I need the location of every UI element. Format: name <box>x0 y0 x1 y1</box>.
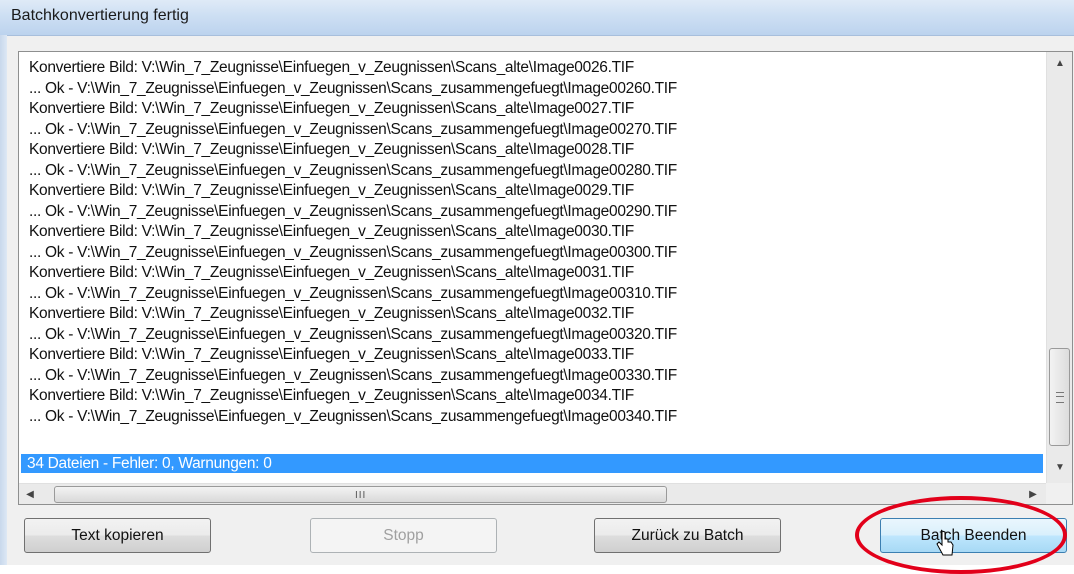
scroll-right-arrow-icon[interactable]: ▶ <box>1022 484 1044 504</box>
title-bar[interactable]: Batchkonvertierung fertig <box>0 0 1074 36</box>
scroll-up-arrow-icon[interactable]: ▲ <box>1047 52 1072 74</box>
stop-label: Stopp <box>383 526 424 544</box>
scroll-left-arrow-icon[interactable]: ◀ <box>19 484 41 504</box>
hscroll-grip: III <box>355 490 367 501</box>
window-frame-edge <box>0 35 7 565</box>
vertical-scrollbar[interactable]: ▲ ▼ <box>1046 52 1072 483</box>
scroll-corner <box>1046 483 1072 504</box>
log-line: Konvertiere Bild: V:\Win_7_Zeugnisse\Ein… <box>29 59 634 76</box>
back-to-batch-button[interactable]: Zurück zu Batch <box>594 518 781 553</box>
batch-dialog: Batchkonvertierung fertig Konvertiere Bi… <box>0 0 1074 574</box>
log-line: Konvertiere Bild: V:\Win_7_Zeugnisse\Ein… <box>29 182 634 199</box>
log-line: ... Ok - V:\Win_7_Zeugnisse\Einfuegen_v_… <box>29 120 677 138</box>
mouse-cursor-icon <box>936 530 954 556</box>
log-line: ... Ok - V:\Win_7_Zeugnisse\Einfuegen_v_… <box>29 284 677 302</box>
log-line: Konvertiere Bild: V:\Win_7_Zeugnisse\Ein… <box>29 387 634 404</box>
log-line: ... Ok - V:\Win_7_Zeugnisse\Einfuegen_v_… <box>29 79 677 97</box>
log-line: Konvertiere Bild: V:\Win_7_Zeugnisse\Ein… <box>29 223 634 240</box>
back-to-batch-label: Zurück zu Batch <box>631 526 744 544</box>
summary-text: 34 Dateien - Fehler: 0, Warnungen: 0 <box>27 455 272 472</box>
log-line: Konvertiere Bild: V:\Win_7_Zeugnisse\Ein… <box>29 346 634 363</box>
horizontal-scroll-thumb[interactable]: III <box>54 486 667 503</box>
scroll-down-arrow-icon[interactable]: ▼ <box>1047 456 1072 478</box>
log-line: Konvertiere Bild: V:\Win_7_Zeugnisse\Ein… <box>29 141 634 158</box>
log-line: ... Ok - V:\Win_7_Zeugnisse\Einfuegen_v_… <box>29 407 677 425</box>
log-line: Konvertiere Bild: V:\Win_7_Zeugnisse\Ein… <box>29 264 634 281</box>
log-line: Konvertiere Bild: V:\Win_7_Zeugnisse\Ein… <box>29 100 634 117</box>
log-line: ... Ok - V:\Win_7_Zeugnisse\Einfuegen_v_… <box>29 161 677 179</box>
log-line: Konvertiere Bild: V:\Win_7_Zeugnisse\Ein… <box>29 305 634 322</box>
copy-text-button[interactable]: Text kopieren <box>24 518 211 553</box>
horizontal-scrollbar[interactable]: ◀ III ▶ <box>19 483 1046 504</box>
log-line: ... Ok - V:\Win_7_Zeugnisse\Einfuegen_v_… <box>29 366 677 384</box>
summary-row-selected[interactable]: 34 Dateien - Fehler: 0, Warnungen: 0 <box>21 454 1043 473</box>
log-lines: Konvertiere Bild: V:\Win_7_Zeugnisse\Ein… <box>29 58 677 427</box>
log-listbox[interactable]: Konvertiere Bild: V:\Win_7_Zeugnisse\Ein… <box>18 51 1073 505</box>
vertical-scroll-thumb[interactable] <box>1049 348 1070 446</box>
stop-button[interactable]: Stopp <box>310 518 497 553</box>
window-title: Batchkonvertierung fertig <box>11 7 189 24</box>
grip-icon <box>1056 392 1064 403</box>
highlight-ellipse <box>855 496 1067 574</box>
log-line: ... Ok - V:\Win_7_Zeugnisse\Einfuegen_v_… <box>29 325 677 343</box>
copy-text-label: Text kopieren <box>71 526 164 544</box>
log-line: ... Ok - V:\Win_7_Zeugnisse\Einfuegen_v_… <box>29 243 677 261</box>
log-line: ... Ok - V:\Win_7_Zeugnisse\Einfuegen_v_… <box>29 202 677 220</box>
